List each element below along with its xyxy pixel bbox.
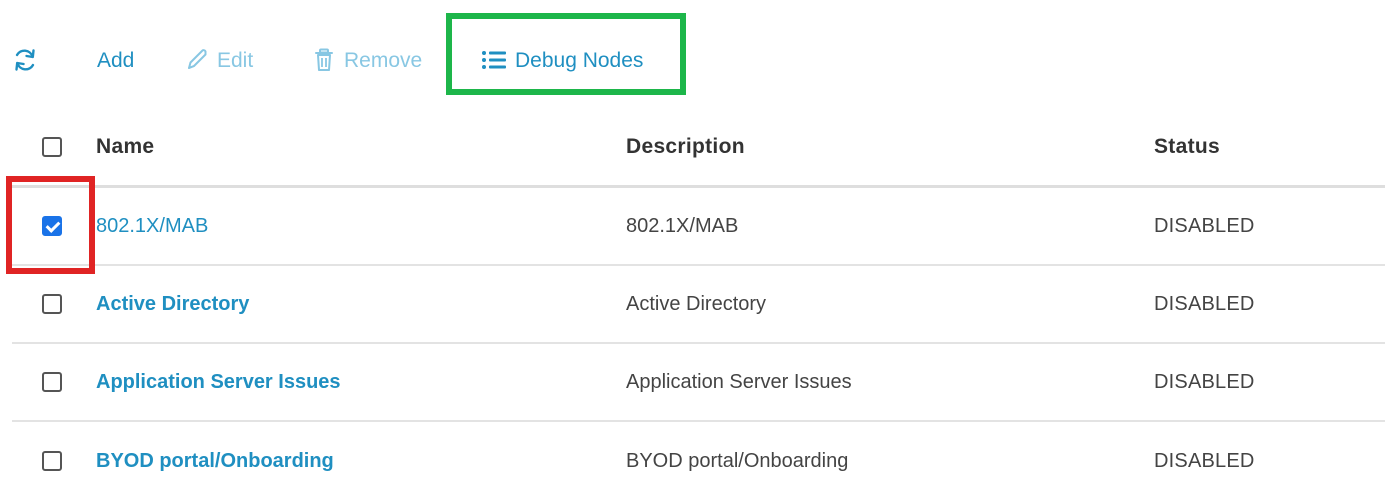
table-row: Active Directory Active Directory DISABL… bbox=[12, 266, 1385, 344]
refresh-icon bbox=[15, 49, 35, 71]
row-select-cell bbox=[42, 266, 66, 342]
column-header-description[interactable]: Description bbox=[626, 108, 745, 185]
refresh-button[interactable] bbox=[12, 40, 48, 80]
row-select-cell bbox=[42, 344, 66, 420]
table-row: BYOD portal/Onboarding BYOD portal/Onboa… bbox=[12, 422, 1385, 500]
row-name-link[interactable]: BYOD portal/Onboarding bbox=[96, 422, 334, 500]
row-checkbox[interactable] bbox=[42, 372, 62, 392]
row-description: 802.1X/MAB bbox=[626, 214, 739, 237]
scenarios-table: Name Description Status 802.1X/MAB 802.1… bbox=[0, 108, 1385, 500]
add-label: Add bbox=[97, 48, 135, 72]
toolbar: Add Edit Remove Debug Nodes bbox=[0, 0, 1385, 108]
column-header-name[interactable]: Name bbox=[96, 108, 154, 185]
row-name-link[interactable]: Application Server Issues bbox=[96, 344, 341, 420]
row-status: DISABLED bbox=[1154, 370, 1255, 393]
pencil-icon bbox=[188, 49, 207, 69]
debug-nodes-highlight bbox=[446, 13, 686, 95]
row-status: DISABLED bbox=[1154, 214, 1255, 237]
trash-icon bbox=[315, 48, 333, 71]
remove-button[interactable]: Remove bbox=[314, 40, 422, 80]
add-button[interactable]: Add bbox=[97, 40, 134, 80]
row-description: BYOD portal/Onboarding bbox=[626, 449, 849, 472]
column-header-status[interactable]: Status bbox=[1154, 108, 1220, 185]
edit-button[interactable]: Edit bbox=[185, 40, 253, 80]
select-all-cell bbox=[42, 108, 66, 185]
row-select-cell bbox=[42, 422, 66, 500]
row-checkbox-highlight bbox=[6, 176, 95, 274]
row-description: Active Directory bbox=[626, 292, 767, 315]
table-header: Name Description Status bbox=[12, 108, 1385, 188]
remove-label: Remove bbox=[344, 48, 423, 72]
table-row: 802.1X/MAB 802.1X/MAB DISABLED bbox=[12, 188, 1385, 266]
select-all-checkbox[interactable] bbox=[42, 136, 62, 157]
row-status: DISABLED bbox=[1154, 449, 1255, 472]
row-name-link[interactable]: Active Directory bbox=[96, 266, 249, 342]
table-row: Application Server Issues Application Se… bbox=[12, 344, 1385, 422]
row-checkbox[interactable] bbox=[42, 294, 62, 314]
row-checkbox[interactable] bbox=[42, 451, 62, 471]
edit-label: Edit bbox=[217, 48, 254, 72]
row-name-link[interactable]: 802.1X/MAB bbox=[96, 188, 208, 264]
row-description: Application Server Issues bbox=[626, 370, 852, 393]
row-status: DISABLED bbox=[1154, 292, 1255, 315]
